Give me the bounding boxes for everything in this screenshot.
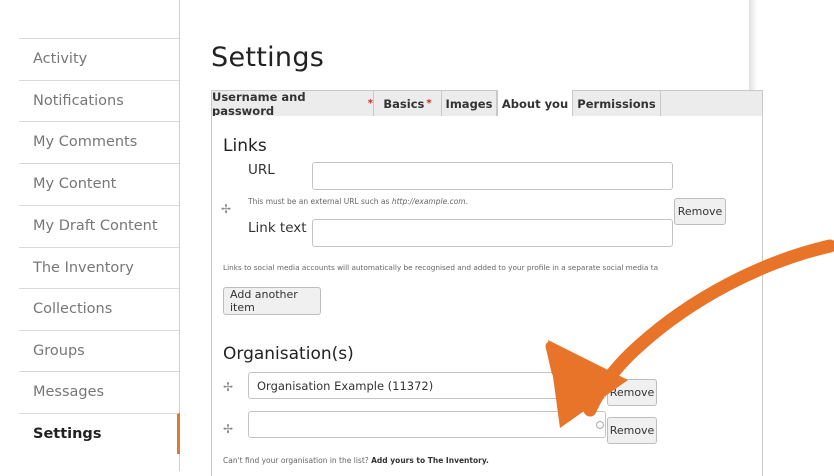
sidebar-item-notifications[interactable]: Notifications (19, 80, 179, 121)
drag-handle-icon[interactable]: ✢ (222, 422, 234, 436)
sidebar-item-settings[interactable]: Settings (19, 413, 180, 454)
required-marker: * (426, 98, 432, 109)
drag-handle-icon[interactable]: ✢ (222, 380, 234, 394)
sidebar-item-the-inventory[interactable]: The Inventory (19, 247, 179, 288)
organisation-footer: Can't find your organisation in the list… (223, 456, 489, 465)
tab-basics[interactable]: Basics * (374, 91, 442, 116)
sidebar-item-activity[interactable]: Activity (19, 38, 179, 79)
sidebar-item-collections[interactable]: Collections (19, 288, 179, 329)
organisations-heading: Organisation(s) (223, 344, 354, 364)
autocomplete-indicator-icon (596, 381, 604, 389)
url-hint: This must be an external URL such as htt… (248, 197, 468, 206)
links-heading: Links (223, 136, 267, 156)
link-text-label: Link text (248, 220, 307, 236)
organisation-remove-button-2[interactable]: Remove (607, 417, 657, 444)
tab-label: Basics (383, 96, 425, 111)
organisation-remove-button-1[interactable]: Remove (607, 379, 657, 406)
tab-username-and-password[interactable]: Username and password * (212, 89, 374, 118)
autocomplete-indicator-icon (596, 421, 604, 429)
sidebar-item-my-draft-content[interactable]: My Draft Content (19, 205, 179, 246)
add-another-item-button[interactable]: Add another item (223, 287, 321, 315)
sidebar-item-my-content[interactable]: My Content (19, 163, 179, 204)
organisation-input-2[interactable] (248, 411, 606, 438)
sidebar-item-groups[interactable]: Groups (19, 330, 179, 371)
drag-handle-icon[interactable]: ✢ (220, 202, 232, 216)
tab-about-you[interactable]: About you (497, 90, 573, 117)
link-remove-button[interactable]: Remove (674, 198, 726, 225)
organisation-input-1[interactable]: Organisation Example (11372) (248, 372, 606, 399)
tab-bar: Username and password * Basics * Images Ab… (211, 89, 763, 118)
sidebar-item-messages[interactable]: Messages (19, 371, 179, 412)
url-label: URL (248, 162, 275, 178)
add-organisation-link[interactable]: Add yours to The Inventory. (371, 456, 489, 465)
link-text-input[interactable] (312, 219, 673, 247)
tab-label: About you (501, 96, 569, 111)
social-media-hint: Links to social media accounts will auto… (223, 263, 659, 272)
tab-label: Username and password (212, 89, 306, 118)
required-marker: * (367, 98, 373, 109)
page-title: Settings (211, 42, 325, 73)
tab-images[interactable]: Images (442, 91, 497, 116)
tab-permissions[interactable]: Permissions (573, 91, 661, 116)
tab-label: Permissions (577, 96, 656, 111)
url-input[interactable] (312, 162, 673, 190)
about-you-panel: Links URL ✢ This must be an external URL… (211, 116, 763, 476)
tab-label: Images (445, 96, 493, 111)
sidebar-item-my-comments[interactable]: My Comments (19, 121, 179, 162)
sidebar: Activity Notifications My Comments My Co… (19, 0, 180, 471)
